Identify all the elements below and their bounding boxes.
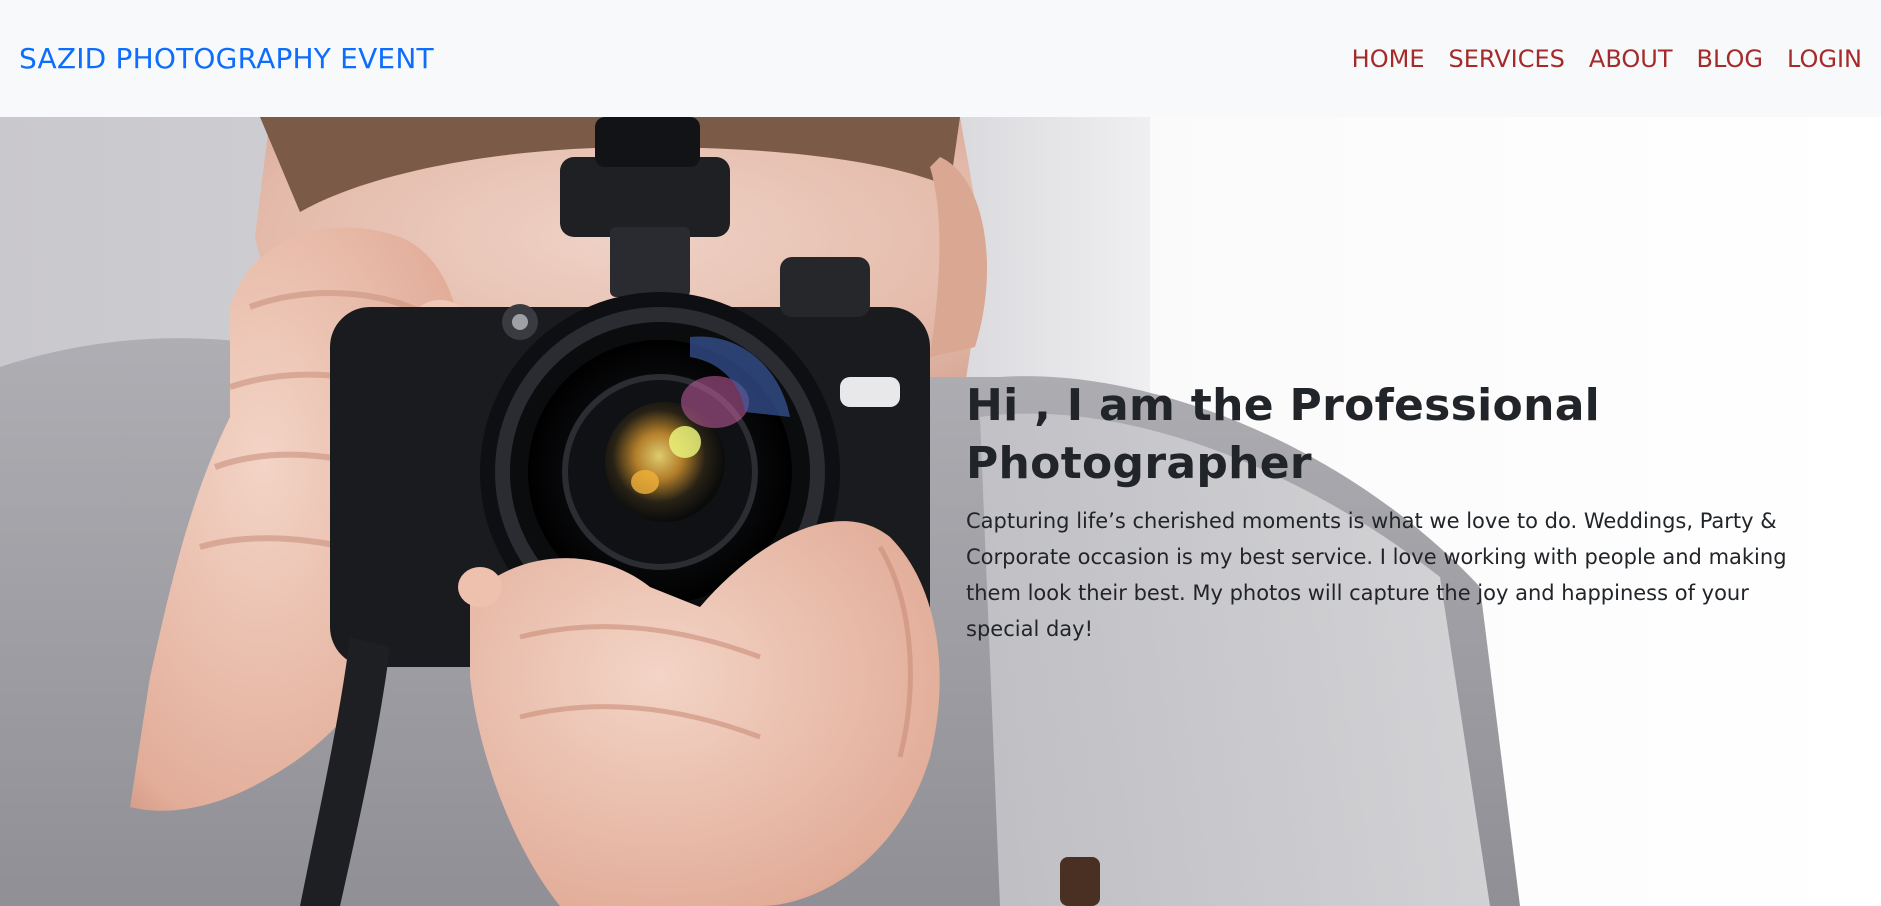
hero-title: Hi , I am the Professional Photographer [966, 380, 1601, 489]
navbar: SAZID PHOTOGRAPHY EVENT HOME SERVICES AB… [0, 0, 1881, 117]
nav-link-about[interactable]: ABOUT [1589, 45, 1673, 73]
nav-links: HOME SERVICES ABOUT BLOG LOGIN [1352, 45, 1862, 73]
nav-link-home[interactable]: HOME [1352, 45, 1425, 73]
brand-link[interactable]: SAZID PHOTOGRAPHY EVENT [19, 42, 434, 75]
nav-link-login[interactable]: LOGIN [1787, 45, 1862, 73]
hero-section: Hi , I am the Professional Photographer … [0, 117, 1881, 906]
nav-link-blog[interactable]: BLOG [1696, 45, 1762, 73]
hero-description: Capturing life’s cherished moments is wh… [966, 509, 1787, 641]
nav-link-services[interactable]: SERVICES [1448, 45, 1564, 73]
hero-text-block: Hi , I am the Professional Photographer … [966, 377, 1796, 647]
